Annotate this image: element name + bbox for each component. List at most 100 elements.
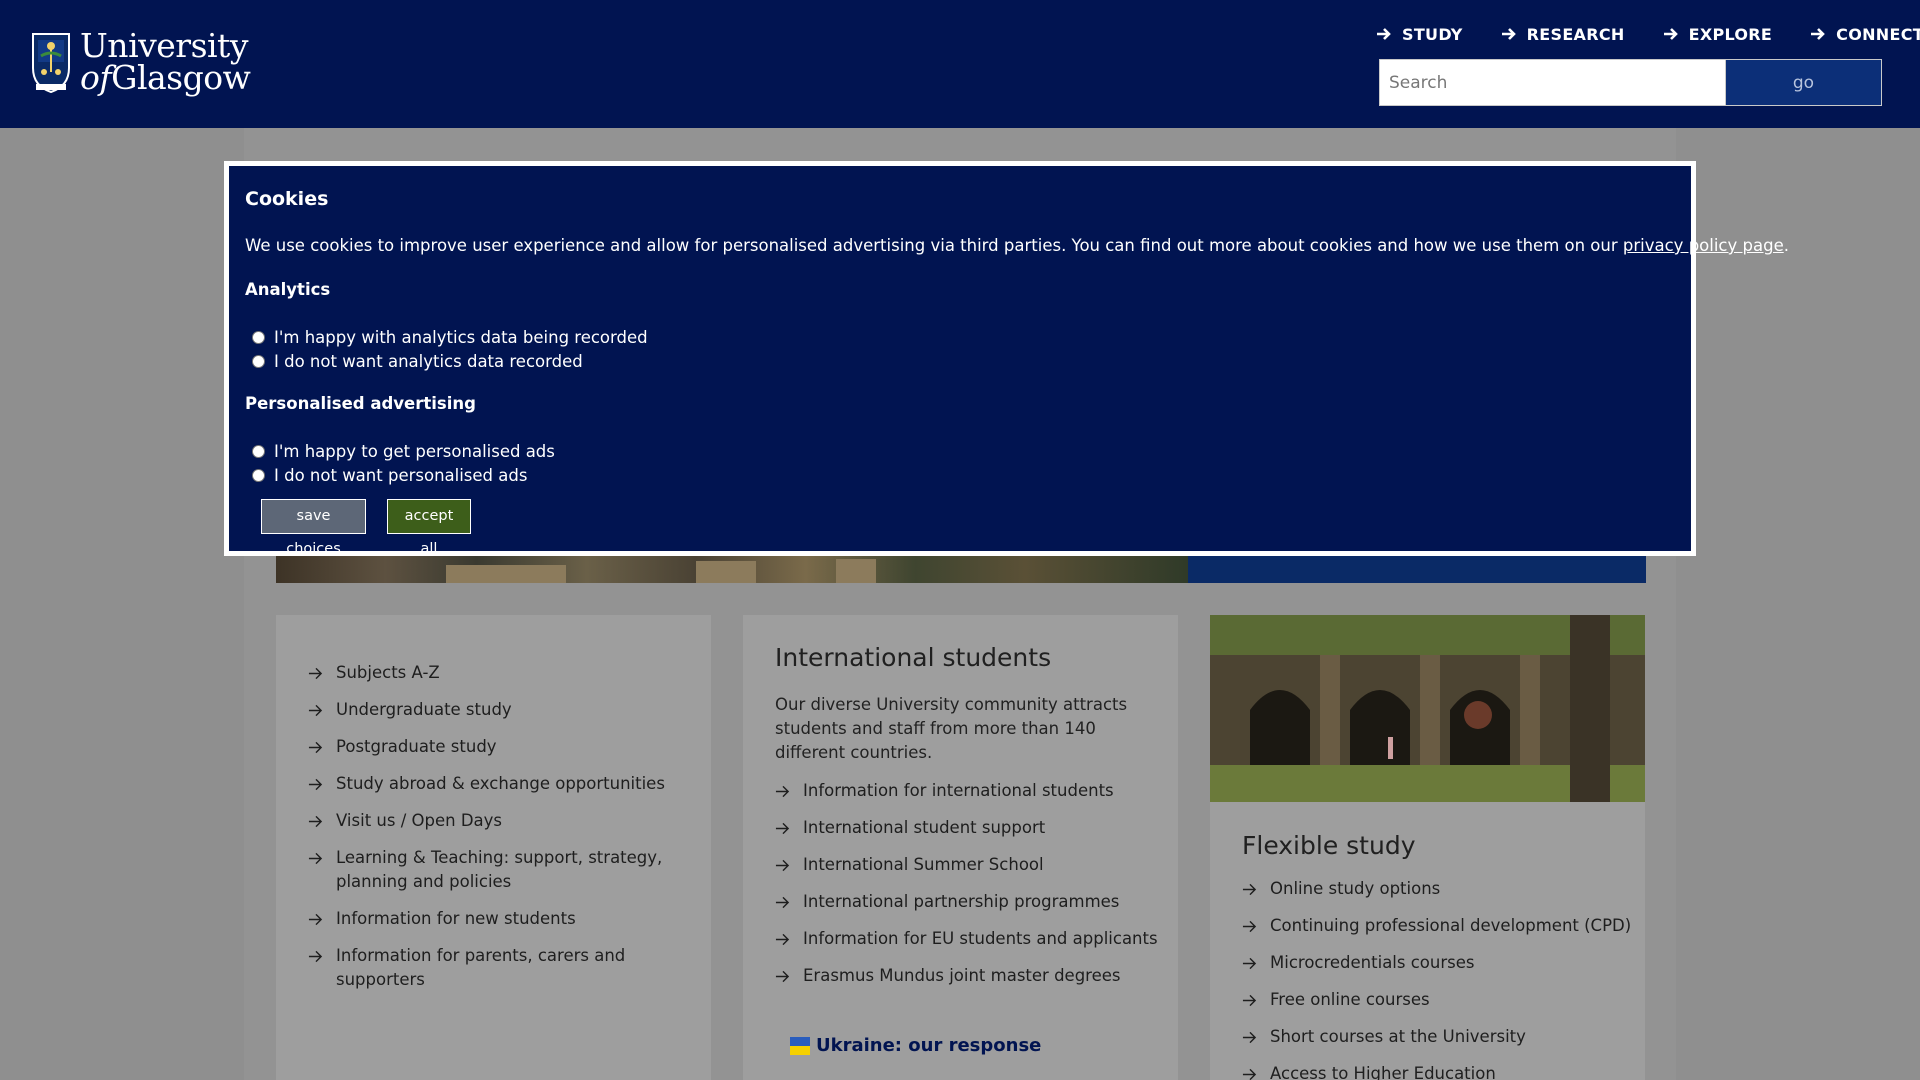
hero-tower-detail [836, 559, 876, 583]
accept-all-button[interactable]: accept all [387, 499, 471, 557]
international-link-label: International Summer School [803, 855, 1044, 874]
study-link[interactable]: Visit us / Open Days [308, 809, 668, 833]
ads-decline-option[interactable]: I do not want personalised ads [252, 464, 527, 486]
cookie-dialog-text: We use cookies to improve user experienc… [245, 236, 1789, 255]
nav-research[interactable]: RESEARCH [1501, 22, 1625, 46]
international-link[interactable]: Erasmus Mundus joint master degrees [775, 964, 1165, 988]
analytics-decline-radio[interactable] [252, 354, 265, 368]
cookie-consent-dialog: Cookies We use cookies to improve user e… [224, 161, 1789, 557]
ads-accept-option[interactable]: I'm happy to get personalised ads [252, 440, 555, 462]
nav-connect-label: CONNECT [1836, 24, 1920, 44]
university-wordmark: University ofGlasgow [80, 29, 251, 94]
flexible-link-label: Online study options [1270, 879, 1441, 898]
flexible-links-list: Online study options Continuing professi… [1242, 877, 1632, 1080]
international-link-label: International partnership programmes [803, 892, 1120, 911]
arrow-right-icon [1242, 1031, 1257, 1044]
study-link[interactable]: Postgraduate study [308, 735, 668, 759]
hero-tower-detail [696, 561, 756, 583]
international-card: International students Our diverse Unive… [743, 615, 1178, 1080]
international-link-label: Erasmus Mundus joint master degrees [803, 966, 1121, 985]
arrow-right-icon [308, 778, 323, 791]
flexible-link[interactable]: Online study options [1242, 877, 1632, 901]
study-link-label: Information for parents, carers and supp… [336, 946, 626, 989]
search-go-button[interactable]: go [1725, 59, 1882, 106]
advertising-heading: Personalised advertising [245, 394, 476, 413]
study-link-label: Information for new students [336, 909, 576, 928]
hero-roof-detail [446, 565, 566, 583]
flexible-link[interactable]: Microcredentials courses [1242, 951, 1632, 975]
international-link[interactable]: International student support [775, 816, 1165, 840]
wordmark-line2: ofGlasgow [80, 61, 251, 94]
arrow-right-icon [308, 950, 323, 963]
flexible-link[interactable]: Access to Higher Education [1242, 1062, 1632, 1080]
search-input[interactable] [1379, 59, 1725, 106]
flexible-link[interactable]: Short courses at the University [1242, 1025, 1632, 1049]
university-logo[interactable]: University ofGlasgow [30, 29, 251, 94]
arrow-right-icon [775, 970, 790, 983]
arrow-right-icon [775, 933, 790, 946]
arrow-right-icon [308, 704, 323, 717]
ads-decline-radio[interactable] [252, 468, 265, 482]
arrow-right-icon [1811, 28, 1826, 40]
analytics-decline-label: I do not want analytics data recorded [274, 351, 583, 371]
crest-icon [32, 33, 70, 94]
flexible-link-label: Free online courses [1270, 990, 1430, 1009]
hero-image [276, 552, 1189, 583]
study-links-list: Subjects A-Z Undergraduate study Postgra… [308, 661, 668, 1005]
ads-accept-radio[interactable] [252, 444, 265, 458]
nav-explore[interactable]: EXPLORE [1663, 22, 1773, 46]
cloister-photo [1210, 615, 1645, 802]
international-description: Our diverse University community attract… [775, 695, 1128, 762]
flexible-study-title: Flexible study [1242, 831, 1416, 860]
international-link[interactable]: International partnership programmes [775, 890, 1165, 914]
nav-connect[interactable]: CONNECT [1810, 22, 1920, 46]
study-link[interactable]: Undergraduate study [308, 698, 668, 722]
international-link-label: Information for international students [803, 781, 1114, 800]
ads-accept-label: I'm happy to get personalised ads [274, 441, 555, 461]
arrow-right-icon [1501, 28, 1516, 40]
analytics-decline-option[interactable]: I do not want analytics data recorded [252, 350, 583, 372]
study-link-label: Subjects A-Z [336, 663, 440, 682]
study-link[interactable]: Information for parents, carers and supp… [308, 944, 668, 992]
nav-explore-label: EXPLORE [1688, 24, 1773, 44]
site-search: go [1379, 59, 1882, 106]
arrow-right-icon [308, 741, 323, 754]
cookie-dialog-title: Cookies [245, 188, 329, 210]
arrow-right-icon [1377, 28, 1391, 40]
study-link[interactable]: Learning & Teaching: support, strategy, … [308, 846, 668, 894]
save-choices-button[interactable]: save choices [261, 499, 366, 557]
study-link-label: Postgraduate study [336, 737, 497, 756]
analytics-accept-radio[interactable] [252, 330, 265, 344]
nav-study[interactable]: STUDY [1376, 22, 1463, 46]
site-header: University ofGlasgow STUDY RESEARCH EXPL… [0, 0, 1920, 128]
arrow-right-icon [308, 667, 323, 680]
arrow-right-icon [1242, 1068, 1257, 1080]
arrow-right-icon [1242, 883, 1257, 896]
privacy-policy-link[interactable]: privacy policy page [1623, 236, 1784, 255]
analytics-accept-option[interactable]: I'm happy with analytics data being reco… [252, 326, 648, 348]
international-link-label: International student support [803, 818, 1046, 837]
cookie-text-body: We use cookies to improve user experienc… [245, 236, 1623, 255]
study-link[interactable]: Information for new students [308, 907, 668, 931]
international-link[interactable]: International Summer School [775, 853, 1165, 877]
study-link[interactable]: Study abroad & exchange opportunities [308, 772, 668, 796]
ukraine-response-link[interactable]: Ukraine: our response [790, 1035, 1041, 1056]
study-link[interactable]: Subjects A-Z [308, 661, 668, 685]
ukraine-response-label: Ukraine: our response [816, 1035, 1042, 1056]
flexible-link[interactable]: Continuing professional development (CPD… [1242, 914, 1632, 938]
international-links-list: Information for international students I… [775, 779, 1165, 1001]
arrow-right-icon [1242, 994, 1257, 1007]
arrow-right-icon [308, 815, 323, 828]
international-link[interactable]: Information for EU students and applican… [775, 927, 1165, 951]
study-link-label: Learning & Teaching: support, strategy, … [336, 848, 663, 891]
wordmark-of: of [80, 58, 112, 97]
flexible-link-label: Access to Higher Education [1270, 1064, 1496, 1080]
flexible-link-label: Microcredentials courses [1270, 953, 1475, 972]
international-link-label: Information for EU students and applican… [803, 929, 1158, 948]
international-link[interactable]: Information for international students [775, 779, 1165, 803]
ads-decline-label: I do not want personalised ads [274, 465, 528, 485]
nav-research-label: RESEARCH [1526, 24, 1625, 44]
study-link-label: Undergraduate study [336, 700, 512, 719]
flexible-link[interactable]: Free online courses [1242, 988, 1632, 1012]
study-link-label: Study abroad & exchange opportunities [336, 774, 665, 793]
